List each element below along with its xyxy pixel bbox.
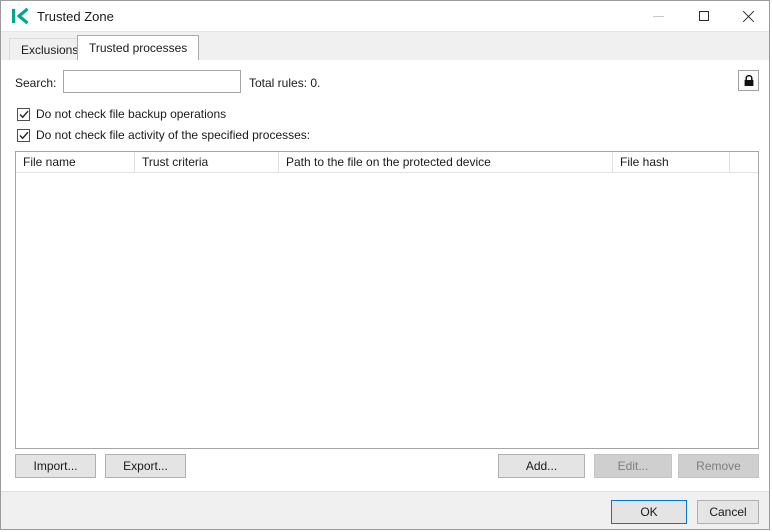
table-body-empty xyxy=(16,173,758,448)
cancel-button[interactable]: Cancel xyxy=(697,500,759,524)
column-header-file-hash[interactable]: File hash xyxy=(613,152,730,172)
tab-trusted-processes-label: Trusted processes xyxy=(89,41,187,55)
ok-button[interactable]: OK xyxy=(611,500,687,524)
export-button[interactable]: Export... xyxy=(105,454,186,478)
checkbox-backup-label: Do not check file backup operations xyxy=(36,107,226,121)
checkbox-backup-operations[interactable]: Do not check file backup operations xyxy=(17,107,226,121)
window-title: Trusted Zone xyxy=(37,9,114,24)
trusted-zone-dialog: Trusted Zone Exclusions Trusted processe… xyxy=(0,0,770,530)
title-bar: Trusted Zone xyxy=(1,1,770,31)
lock-icon xyxy=(743,75,755,87)
remove-button: Remove xyxy=(678,454,759,478)
trusted-processes-table[interactable]: File name Trust criteria Path to the fil… xyxy=(15,151,759,449)
close-button[interactable] xyxy=(726,1,770,31)
minimize-button[interactable] xyxy=(636,1,681,31)
lock-button[interactable] xyxy=(738,70,759,91)
add-button[interactable]: Add... xyxy=(498,454,585,478)
close-icon xyxy=(743,10,755,22)
search-label: Search: xyxy=(15,76,56,90)
checkmark-icon xyxy=(19,110,29,119)
table-header-row: File name Trust criteria Path to the fil… xyxy=(16,152,758,173)
checkmark-icon xyxy=(19,131,29,140)
import-button[interactable]: Import... xyxy=(15,454,96,478)
maximize-icon xyxy=(699,11,709,21)
tab-exclusions-label: Exclusions xyxy=(21,43,78,57)
column-header-trust-criteria[interactable]: Trust criteria xyxy=(135,152,279,172)
tab-strip: Exclusions Trusted processes xyxy=(1,31,770,60)
minimize-icon xyxy=(653,16,664,17)
column-header-path[interactable]: Path to the file on the protected device xyxy=(279,152,613,172)
edit-button: Edit... xyxy=(594,454,672,478)
trusted-processes-panel: Search: Total rules: 0. Do not check fil… xyxy=(1,60,770,491)
search-input[interactable] xyxy=(63,70,241,93)
total-rules-text: Total rules: 0. xyxy=(249,76,320,90)
kaspersky-logo-icon xyxy=(11,8,29,24)
checkbox-file-activity-label: Do not check file activity of the specif… xyxy=(36,128,310,142)
checkbox-checked-icon xyxy=(17,108,30,121)
checkbox-checked-icon xyxy=(17,129,30,142)
checkbox-file-activity[interactable]: Do not check file activity of the specif… xyxy=(17,128,310,142)
maximize-button[interactable] xyxy=(681,1,726,31)
column-header-file-name[interactable]: File name xyxy=(16,152,135,172)
dialog-footer: OK Cancel xyxy=(1,491,770,530)
tab-trusted-processes[interactable]: Trusted processes xyxy=(77,35,199,60)
